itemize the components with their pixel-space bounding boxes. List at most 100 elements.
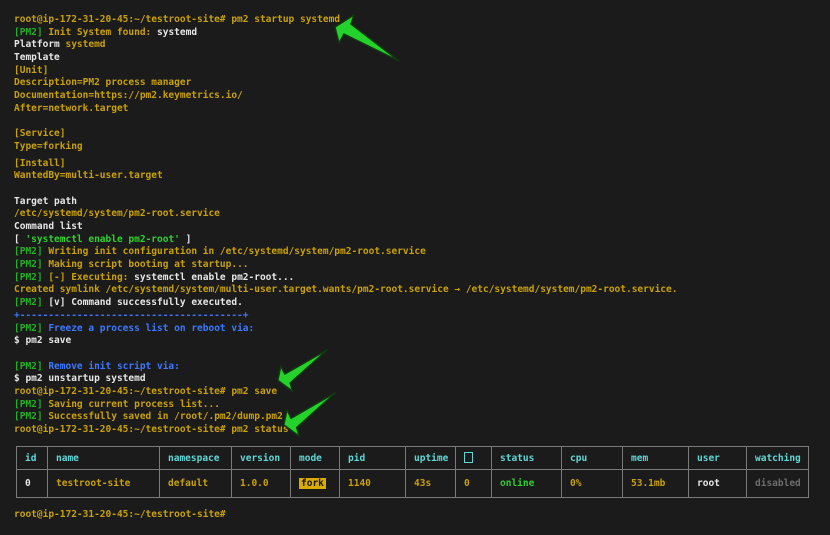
column-header-version: version <box>231 446 291 470</box>
column-header-user: user <box>688 446 747 470</box>
console-output: root@ip-172-31-20-45:~/testroot-site# pm… <box>14 14 677 437</box>
console-line: [PM2] Writing init configuration in /etc… <box>14 246 677 259</box>
console-line: Platform systemd <box>14 39 677 52</box>
cell-watching: disabled <box>746 469 809 498</box>
cell-pid: 1140 <box>339 469 406 498</box>
shell-prompt-line[interactable]: root@ip-172-31-20-45:~/testroot-site# <box>14 509 226 522</box>
cell-name: testroot-site <box>47 469 160 498</box>
console-text-segment: Writing init configuration in /etc/syste… <box>48 246 426 258</box>
cell-uptime: 43s <box>405 469 456 498</box>
console-text-segment: [PM2] <box>14 360 49 372</box>
console-line: [PM2] Remove init script via: <box>14 361 677 374</box>
console-text-segment: Freeze a process list on reboot via: <box>48 322 255 334</box>
console-text-segment: After=network.target <box>14 102 129 114</box>
console-text-segment: [Unit] <box>14 64 49 76</box>
column-header-mem: mem <box>622 446 689 470</box>
console-text-segment: 'systemctl enable pm2-root' <box>25 233 180 245</box>
console-line: [Unit] <box>14 65 677 78</box>
console-line: Command list <box>14 221 677 234</box>
console-text-segment: $ pm2 unstartup systemd <box>14 373 146 385</box>
mode-badge: fork <box>299 478 326 489</box>
console-text-segment: [ <box>14 233 26 245</box>
console-text-segment: [PM2] <box>14 398 49 410</box>
console-line: WantedBy=multi-user.target <box>14 170 677 183</box>
console-line: After=network.target <box>14 103 677 116</box>
console-text-segment: systemctl enable pm2-root... <box>134 271 295 283</box>
console-line: [PM2] Making script booting at startup..… <box>14 259 677 272</box>
column-header-status: status <box>491 446 562 470</box>
console-line: Target path <box>14 196 677 209</box>
table-row: 0 testroot-site default 1.0.0 fork 1140 43s 0 on… <box>16 469 809 498</box>
column-header-name: name <box>47 446 160 470</box>
cell-cpu: 0% <box>561 469 623 498</box>
console-text-segment: $ pm2 save <box>14 335 72 347</box>
console-text-segment: Created symlink /etc/systemd/system/mult… <box>14 284 678 296</box>
console-line: Description=PM2 process manager <box>14 77 677 90</box>
console-line: [Service] <box>14 128 677 141</box>
console-text-segment: Documentation=https://pm2.keymetrics.io/ <box>14 90 243 102</box>
shell-prompt: root@ip-172-31-20-45:~/testroot-site# <box>14 509 226 520</box>
column-header-namespace: namespace <box>159 446 232 470</box>
column-header-cpu: cpu <box>561 446 623 470</box>
column-header-restarts <box>455 446 492 470</box>
column-header-pid: pid <box>339 446 406 470</box>
console-text-segment: root@ip-172-31-20-45:~/testroot-site# pm… <box>14 385 278 397</box>
cell-mem: 53.1mb <box>622 469 689 498</box>
console-text-segment: Making script booting at startup... <box>48 259 249 271</box>
console-text-segment: [-] Executing: <box>48 271 135 283</box>
table-header-row: id name namespace version mode pid uptime statu… <box>16 446 809 470</box>
console-line: Template <box>14 52 677 65</box>
console-text-segment: [PM2] <box>14 297 49 309</box>
cell-id: 0 <box>16 469 48 498</box>
cell-version: 1.0.0 <box>231 469 291 498</box>
console-line: [PM2] [v] Command successfully executed. <box>14 297 677 310</box>
console-text-segment: [PM2] <box>14 26 49 38</box>
console-text-segment: ] <box>179 233 192 245</box>
console-text-segment: +---------------------------------------… <box>14 309 249 321</box>
console-text-segment: [PM2] <box>14 271 49 283</box>
console-text-segment: Target path <box>14 195 77 207</box>
console-text-segment: Type=forking <box>14 140 83 152</box>
console-text-segment: [PM2] <box>14 246 49 258</box>
column-header-mode: mode <box>290 446 340 470</box>
column-header-id: id <box>16 446 48 470</box>
console-line: root@ip-172-31-20-45:~/testroot-site# pm… <box>14 424 677 437</box>
console-line: $ pm2 unstartup systemd <box>14 373 677 386</box>
console-line: /etc/systemd/system/pm2-root.service <box>14 208 677 221</box>
cell-status: online <box>491 469 562 498</box>
console-line: [PM2] [-] Executing: systemctl enable pm… <box>14 272 677 285</box>
console-text-segment: [PM2] <box>14 411 49 423</box>
restart-counter-icon <box>464 451 473 463</box>
console-text-segment: Successfully saved in /root/.pm2/dump.pm… <box>48 411 283 423</box>
cell-namespace: default <box>159 469 232 498</box>
console-line: Documentation=https://pm2.keymetrics.io/ <box>14 90 677 103</box>
console-line: [Install] <box>14 158 677 171</box>
console-line: root@ip-172-31-20-45:~/testroot-site# pm… <box>14 14 677 27</box>
console-line: Created symlink /etc/systemd/system/mult… <box>14 284 677 297</box>
console-text-segment: [Service] <box>14 128 66 140</box>
console-text-segment: WantedBy=multi-user.target <box>14 170 163 182</box>
pm2-status-table: id name namespace version mode pid uptime statu… <box>16 446 809 498</box>
console-text-segment: root@ip-172-31-20-45:~/testroot-site# pm… <box>14 424 289 435</box>
console-text-segment: Saving current process list... <box>48 398 220 410</box>
console-line: [PM2] Init System found: systemd <box>14 27 677 40</box>
console-line: [PM2] Freeze a process list on reboot vi… <box>14 323 677 336</box>
console-text-segment: [PM2] <box>14 259 49 271</box>
column-header-uptime: uptime <box>405 446 456 470</box>
console-line: $ pm2 save <box>14 335 677 348</box>
console-line: [PM2] Successfully saved in /root/.pm2/d… <box>14 411 677 424</box>
console-text-segment: [Install] <box>14 157 66 169</box>
column-header-watching: watching <box>746 446 809 470</box>
console-text-segment: Template <box>14 52 60 64</box>
cell-user: root <box>688 469 747 498</box>
cell-restarts: 0 <box>455 469 492 498</box>
terminal-window: { "palette": { "background": "#1b1b1b", … <box>0 0 830 535</box>
cell-mode: fork <box>290 469 340 498</box>
console-text-segment: [v] Command successfully executed. <box>48 297 243 309</box>
console-text-segment: Remove init script via: <box>48 360 180 372</box>
console-line: [ 'systemctl enable pm2-root' ] <box>14 234 677 247</box>
console-text-segment: systemd <box>157 26 198 38</box>
console-text-segment: Init System found: <box>48 26 157 38</box>
